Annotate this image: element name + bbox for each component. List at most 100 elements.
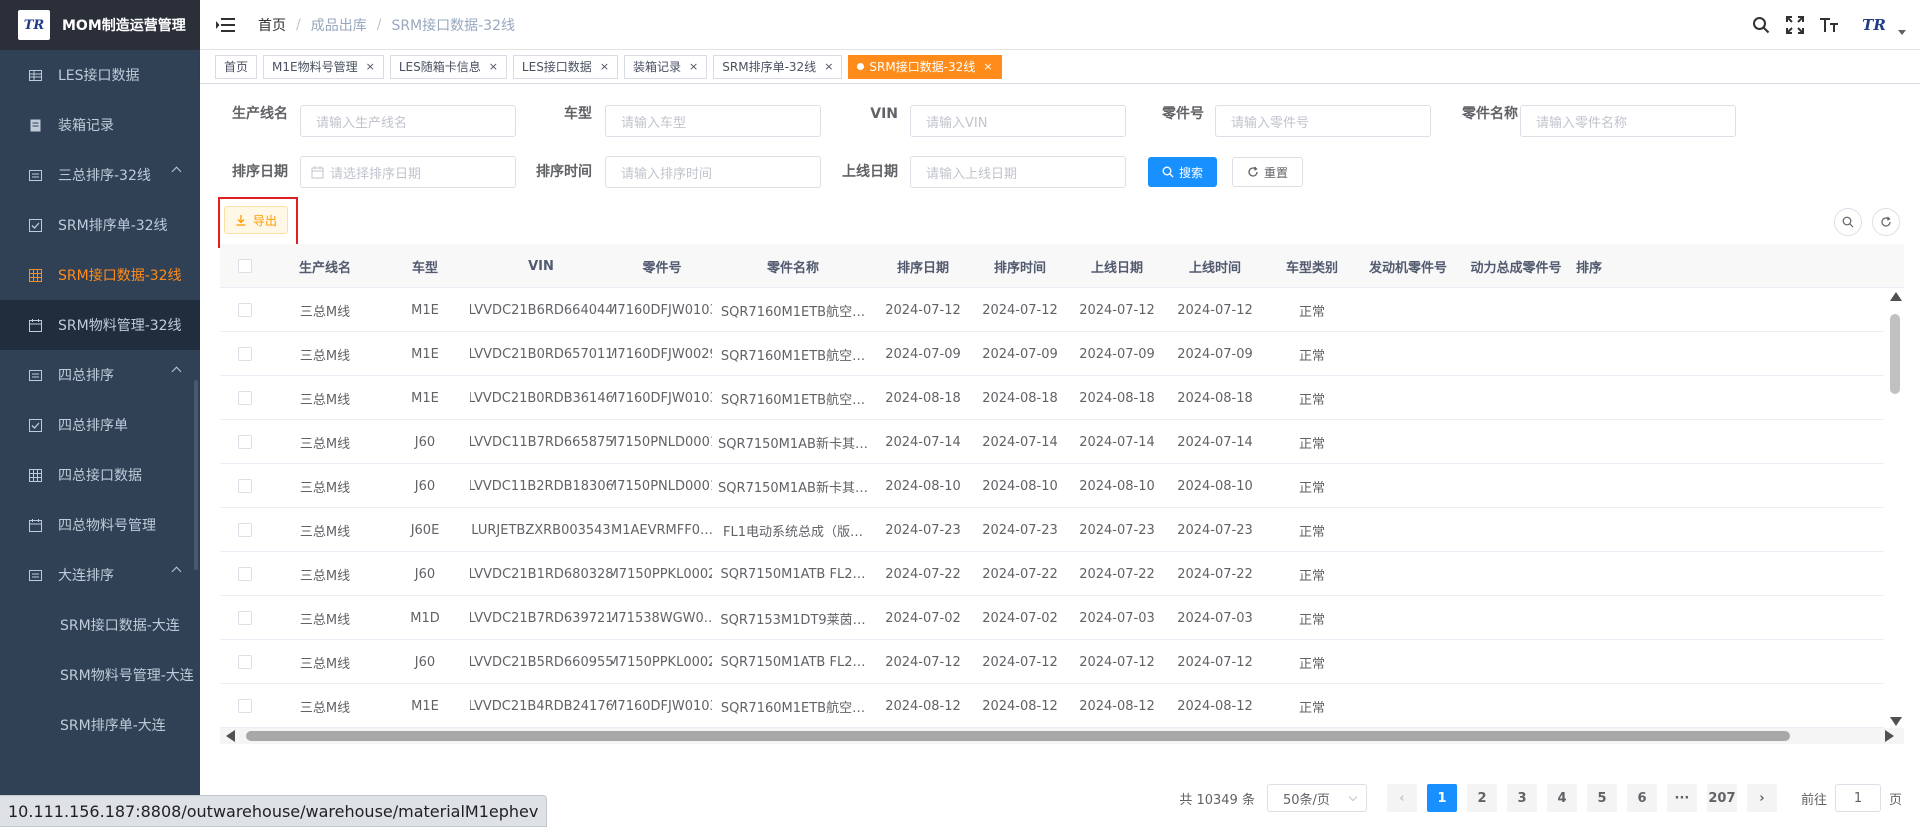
sort-date-picker[interactable]: 请选择排序日期 bbox=[300, 156, 516, 188]
tab-0[interactable]: 首页 bbox=[215, 54, 258, 79]
close-icon[interactable]: × bbox=[689, 60, 698, 73]
row-checkbox[interactable] bbox=[220, 420, 270, 464]
scroll-up-icon[interactable] bbox=[1890, 292, 1902, 301]
column-header[interactable]: 零件名称 bbox=[712, 244, 874, 288]
toggle-search-button[interactable] bbox=[1834, 208, 1862, 236]
table-row[interactable]: 三总M线 J60E LURJETBZXRB003543 M1AEVRMFF0… FL1电… bbox=[220, 508, 1884, 552]
row-checkbox[interactable] bbox=[220, 332, 270, 376]
page-button[interactable]: 2 bbox=[1466, 784, 1497, 812]
column-header[interactable]: 零件号 bbox=[612, 244, 712, 288]
refresh-table-button[interactable] bbox=[1872, 208, 1900, 236]
row-checkbox[interactable] bbox=[220, 464, 270, 508]
row-checkbox[interactable] bbox=[220, 508, 270, 552]
column-header[interactable]: 排序时间 bbox=[972, 244, 1068, 288]
tab-3[interactable]: LES接口数据 × bbox=[512, 54, 619, 79]
user-avatar[interactable]: TR bbox=[1854, 10, 1894, 40]
close-icon[interactable]: × bbox=[489, 60, 498, 73]
column-header[interactable]: 动力总成零件号 bbox=[1456, 244, 1576, 288]
table-row[interactable]: 三总M线 M1E LVVDC21B0RDB36146M7160DFJW0103 SQR… bbox=[220, 376, 1884, 420]
tab-2[interactable]: LES随箱卡信息 × bbox=[389, 54, 507, 79]
table-row[interactable]: 三总M线 J60 LVVDC21B1RD680328 M7150PPKL0002 SQR… bbox=[220, 552, 1884, 596]
column-header[interactable]: 上线时间 bbox=[1166, 244, 1264, 288]
sidebar-item-4[interactable]: SRM接口数据-32线 bbox=[0, 250, 200, 300]
table-row[interactable]: 三总M线 J60 LVVDC11B2RDB18306M7150PNLD0001 SQR… bbox=[220, 464, 1884, 508]
sidebar-item-9[interactable]: 四总物料号管理 bbox=[0, 500, 200, 550]
part-name-input[interactable]: 请输入零件名称 bbox=[1520, 105, 1736, 137]
table-row[interactable]: 三总M线 M1E LVVDC21B0RD657011M7160DFJW0029 SQR… bbox=[220, 332, 1884, 376]
close-icon[interactable]: × bbox=[824, 60, 833, 73]
page-button[interactable]: 6 bbox=[1626, 784, 1657, 812]
fullscreen-icon[interactable] bbox=[1784, 14, 1806, 36]
page-button[interactable]: 207 bbox=[1706, 784, 1737, 812]
page-button[interactable]: 1 bbox=[1426, 784, 1457, 812]
column-header[interactable]: 生产线名 bbox=[270, 244, 380, 288]
sidebar-item-2[interactable]: 三总排序-32线 bbox=[0, 150, 200, 200]
tab-6[interactable]: SRM接口数据-32线 × bbox=[848, 54, 1002, 79]
row-checkbox[interactable] bbox=[220, 684, 270, 728]
font-size-icon[interactable] bbox=[1818, 14, 1840, 36]
vin-input[interactable]: 请输入VIN bbox=[910, 105, 1126, 137]
sidebar-item-0[interactable]: LES接口数据 bbox=[0, 50, 200, 100]
column-header[interactable]: 上线日期 bbox=[1068, 244, 1166, 288]
vertical-scroll-thumb[interactable] bbox=[1890, 314, 1900, 394]
tab-1[interactable]: M1E物料号管理 × bbox=[263, 54, 384, 79]
table-row[interactable]: 三总M线 M1E LVVDC21B4RDB24176M7160DFJW0103 SQR… bbox=[220, 684, 1884, 728]
row-checkbox[interactable] bbox=[220, 596, 270, 640]
column-header[interactable]: 排序 bbox=[1576, 244, 1616, 288]
column-header[interactable]: 排序日期 bbox=[874, 244, 972, 288]
sidebar-item-13[interactable]: SRM排序单-大连 bbox=[0, 700, 200, 750]
sidebar-item-5[interactable]: SRM物料管理-32线 bbox=[0, 300, 200, 350]
page-button[interactable]: 5 bbox=[1586, 784, 1617, 812]
row-checkbox[interactable] bbox=[220, 376, 270, 420]
model-input[interactable]: 请输入车型 bbox=[605, 105, 821, 137]
column-header[interactable]: VIN bbox=[470, 244, 612, 288]
prev-page-button[interactable]: ‹ bbox=[1386, 784, 1417, 812]
more-pages-button[interactable]: ··· bbox=[1666, 784, 1697, 812]
goto-page-input[interactable]: 1 bbox=[1834, 784, 1881, 812]
horizontal-scroll-thumb[interactable] bbox=[246, 731, 1790, 741]
horizontal-scrollbar[interactable] bbox=[220, 728, 1904, 744]
row-checkbox[interactable] bbox=[220, 288, 270, 332]
part-no-input[interactable]: 请输入零件号 bbox=[1215, 105, 1431, 137]
column-header[interactable]: 车型类别 bbox=[1264, 244, 1360, 288]
table-row[interactable]: 三总M线 M1D LVVDC21B7RD639721 M71538WGW0… SQR71… bbox=[220, 596, 1884, 640]
page-button[interactable]: 3 bbox=[1506, 784, 1537, 812]
table-row[interactable]: 三总M线 M1E LVVDC21B6RD664044M7160DFJW0103 SQR… bbox=[220, 288, 1884, 332]
sort-time-input[interactable]: 请输入排序时间 bbox=[605, 156, 821, 188]
next-page-button[interactable]: › bbox=[1746, 784, 1777, 812]
sidebar-item-3[interactable]: SRM排序单-32线 bbox=[0, 200, 200, 250]
sidebar-item-11[interactable]: SRM接口数据-大连 bbox=[0, 600, 200, 650]
close-icon[interactable]: × bbox=[366, 60, 375, 73]
online-date-input[interactable]: 请输入上线日期 bbox=[910, 156, 1126, 188]
sidebar-item-8[interactable]: 四总接口数据 bbox=[0, 450, 200, 500]
select-all-checkbox[interactable] bbox=[220, 244, 270, 288]
sidebar-item-12[interactable]: SRM物料号管理-大连 bbox=[0, 650, 200, 700]
scroll-down-icon[interactable] bbox=[1890, 717, 1902, 726]
row-checkbox[interactable] bbox=[220, 552, 270, 596]
table-row[interactable]: 三总M线 J60 LVVDC11B7RD665875M7150PNLD0001 SQR… bbox=[220, 420, 1884, 464]
chevron-down-icon[interactable] bbox=[1898, 29, 1906, 35]
export-button[interactable]: 导出 bbox=[224, 206, 289, 234]
vertical-scrollbar[interactable] bbox=[1886, 288, 1904, 728]
row-checkbox[interactable] bbox=[220, 640, 270, 684]
sidebar-item-7[interactable]: 四总排序单 bbox=[0, 400, 200, 450]
column-header[interactable]: 车型 bbox=[380, 244, 470, 288]
table-row[interactable]: 三总M线 J60 LVVDC21B5RD660955 M7150PPKL0002 SQR… bbox=[220, 640, 1884, 684]
scroll-right-icon[interactable] bbox=[1885, 730, 1894, 742]
sidebar-scrollbar[interactable] bbox=[194, 380, 198, 570]
close-icon[interactable]: × bbox=[983, 60, 992, 73]
sidebar-item-1[interactable]: 装箱记录 bbox=[0, 100, 200, 150]
breadcrumb-home[interactable]: 首页 bbox=[258, 15, 286, 35]
sidebar-item-10[interactable]: 大连排序 bbox=[0, 550, 200, 600]
hamburger-icon[interactable] bbox=[216, 17, 236, 33]
search-button[interactable]: 搜索 bbox=[1148, 157, 1218, 187]
page-button[interactable]: 4 bbox=[1546, 784, 1577, 812]
sidebar-item-6[interactable]: 四总排序 bbox=[0, 350, 200, 400]
close-icon[interactable]: × bbox=[600, 60, 609, 73]
column-header[interactable]: 发动机零件号 bbox=[1360, 244, 1456, 288]
tab-4[interactable]: 装箱记录 × bbox=[624, 54, 708, 79]
line-name-input[interactable]: 请输入生产线名 bbox=[300, 105, 516, 137]
scroll-left-icon[interactable] bbox=[226, 730, 235, 742]
tab-5[interactable]: SRM排序单-32线 × bbox=[713, 54, 843, 79]
reset-button[interactable]: 重置 bbox=[1232, 157, 1304, 187]
